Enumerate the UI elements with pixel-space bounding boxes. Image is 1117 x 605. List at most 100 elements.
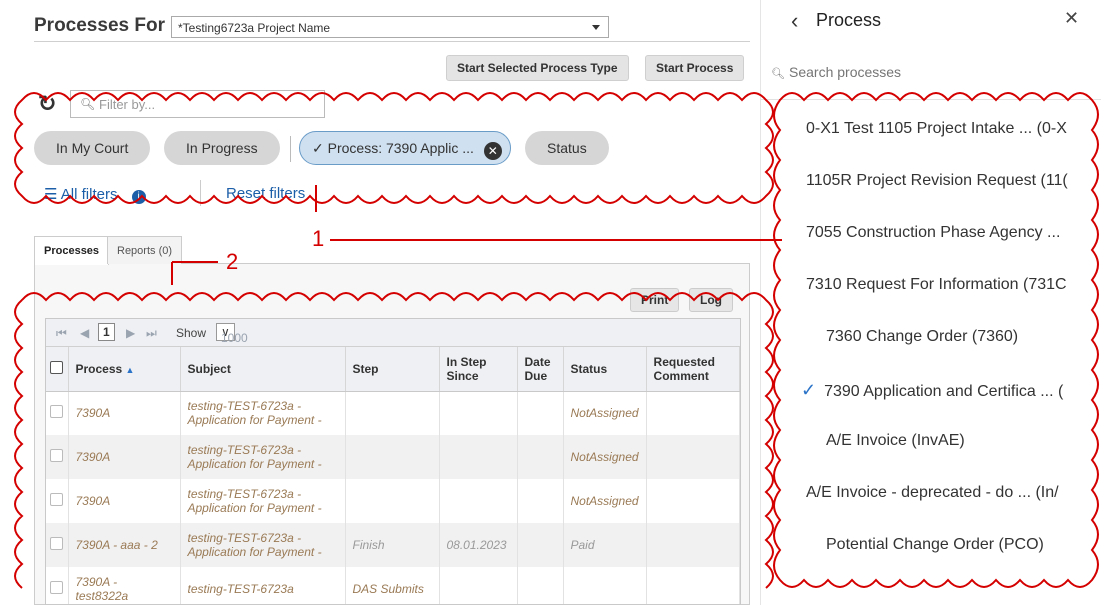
row-select-cell[interactable]	[46, 479, 69, 523]
select-all-checkbox[interactable]	[50, 360, 63, 374]
process-list-item[interactable]: Potential Change Order (PCO)	[761, 520, 1101, 572]
print-button[interactable]: Print	[630, 288, 680, 312]
row-checkbox[interactable]	[50, 537, 63, 550]
table-row[interactable]: 7390A - test8322a testing-TEST-6723a DAS S…	[46, 567, 740, 604]
process-list-item[interactable]: 7055 Construction Phase Agency ...	[761, 208, 1101, 260]
first-page-icon[interactable]: ⏮︎	[56, 326, 67, 341]
start-selected-process-type-button[interactable]: Start Selected Process Type	[446, 55, 629, 81]
row-checkbox[interactable]	[50, 581, 63, 594]
reset-filters-link[interactable]: Reset filters	[226, 185, 305, 202]
cell-subject: testing-TEST-6723a	[180, 567, 346, 604]
start-process-button[interactable]: Start Process	[645, 55, 745, 81]
table-row[interactable]: 7390A testing-TEST-6723a - Application fo…	[46, 435, 740, 479]
page-number[interactable]: 1	[98, 323, 115, 341]
next-page-icon[interactable]: ▶︎	[126, 326, 135, 340]
row-checkbox[interactable]	[50, 405, 63, 419]
column-header-process[interactable]: Process ▲	[68, 347, 181, 392]
cell-since	[439, 479, 518, 523]
refresh-icon[interactable]: ↻	[38, 91, 56, 117]
process-list-item[interactable]: 7360 Change Order (7360)	[761, 312, 1101, 364]
process-list-label: 0-X1 Test 1105 Project Intake ... (0-X	[806, 120, 1067, 137]
cell-since: 08.01.2023	[439, 523, 518, 567]
row-select-cell[interactable]	[46, 567, 69, 604]
process-list-item[interactable]: 1105R Project Revision Request (11(	[761, 156, 1101, 208]
cell-subject: testing-TEST-6723a - Application for Pay…	[180, 435, 346, 479]
chip-process-label: Process: 7390 Applic ...	[327, 140, 474, 156]
column-header-step[interactable]: Step	[345, 347, 440, 392]
column-header-subject[interactable]: Subject	[180, 347, 346, 392]
row-select-cell[interactable]	[46, 391, 69, 435]
show-label: Show	[176, 326, 207, 340]
row-checkbox[interactable]	[50, 493, 63, 506]
process-list-label: 7310 Request For Information (731C	[806, 276, 1067, 293]
project-select-value: *Testing6723a Project Name	[178, 21, 331, 35]
info-icon[interactable]: i	[131, 190, 146, 204]
search-icon: 🔍︎	[771, 68, 785, 80]
page-size-select[interactable]: 1000 ∨	[216, 323, 248, 345]
cell-process[interactable]: 7390A	[68, 435, 181, 479]
process-list-item[interactable]: 7310 Request For Information (731C	[761, 260, 1101, 312]
remove-chip-icon[interactable]: ✕	[483, 142, 502, 160]
chip-status[interactable]: Status	[525, 131, 609, 165]
close-icon[interactable]: ✕	[1064, 8, 1079, 29]
callout-2: 2	[226, 249, 239, 274]
last-page-icon[interactable]: ⏭︎	[146, 326, 157, 341]
select-all-header[interactable]	[46, 347, 69, 392]
cell-step	[345, 479, 440, 523]
chip-in-my-court[interactable]: In My Court	[34, 131, 151, 165]
page-title: Processes For	[34, 15, 165, 36]
search-processes-input[interactable]	[789, 64, 1079, 80]
prev-page-icon[interactable]: ◀︎	[80, 326, 89, 340]
row-select-cell[interactable]	[46, 435, 69, 479]
process-table: Process ▲ Subject Step In Step Since Dat…	[46, 347, 740, 604]
process-list-item[interactable]: A/E Invoice (InvAE)	[761, 416, 1101, 468]
cell-due	[517, 479, 564, 523]
cell-process[interactable]: 7390A	[68, 479, 181, 523]
row-select-cell[interactable]	[46, 523, 69, 567]
process-grid: ⏮︎ ◀︎ 1 ▶︎ ⏭︎ Show 1000 ∨ Process ▲ Subj…	[45, 318, 741, 605]
tab-processes[interactable]: Processes	[34, 236, 110, 265]
process-list-label: A/E Invoice - deprecated - do ... (In/	[806, 484, 1059, 501]
tab-reports[interactable]: Reports (0)	[107, 236, 183, 264]
back-chevron-icon[interactable]: ‹	[791, 8, 798, 34]
cell-status	[563, 567, 647, 604]
column-header-date-due[interactable]: Date Due	[517, 347, 564, 392]
project-select[interactable]: *Testing6723a Project Name	[171, 16, 609, 38]
cell-process[interactable]: 7390A - test8322a	[68, 567, 181, 604]
column-label: Process	[75, 361, 123, 376]
row-checkbox[interactable]	[50, 449, 63, 462]
table-row[interactable]: 7390A - aaa - 2 testing-TEST-6723a - Appl…	[46, 523, 740, 567]
process-list: 0-X1 Test 1105 Project Intake ... (0-X 11…	[761, 104, 1101, 572]
process-list-item[interactable]: A/E Invoice - deprecated - do ... (In/	[761, 468, 1101, 520]
chip-divider	[290, 136, 291, 162]
column-header-status[interactable]: Status	[563, 347, 647, 392]
cell-since	[439, 435, 518, 479]
cell-comment	[646, 479, 740, 523]
sliders-icon: ☰	[44, 186, 58, 203]
chip-process-filter[interactable]: ✓ Process: 7390 Applic ... ✕	[299, 131, 511, 165]
cell-comment	[646, 523, 740, 567]
all-filters-label: All filters	[60, 186, 118, 203]
cell-process[interactable]: 7390A	[68, 391, 181, 435]
cell-status: NotAssigned	[563, 479, 647, 523]
cell-status: Paid	[563, 523, 647, 567]
sort-asc-icon: ▲	[125, 364, 135, 375]
column-header-in-step-since[interactable]: In Step Since	[439, 347, 518, 392]
filter-divider	[200, 180, 201, 206]
table-row[interactable]: 7390A testing-TEST-6723a - Application fo…	[46, 391, 740, 435]
process-search: 🔍︎	[761, 50, 1101, 100]
process-list-item[interactable]: 0-X1 Test 1105 Project Intake ... (0-X	[761, 104, 1101, 156]
filter-input[interactable]: 🔍︎ Filter by...	[70, 90, 325, 118]
column-header-requested-comment[interactable]: Requested Comment	[646, 347, 740, 392]
pager: ⏮︎ ◀︎ 1 ▶︎ ⏭︎ Show 1000 ∨	[46, 319, 740, 347]
log-button[interactable]: Log	[689, 288, 733, 312]
process-list-item[interactable]: ✓ 7390 Application and Certifica ... (	[761, 364, 1101, 416]
chevron-down-icon	[592, 25, 600, 30]
all-filters-link[interactable]: ☰ All filters i	[44, 185, 146, 204]
cell-due	[517, 567, 564, 604]
cell-step	[345, 391, 440, 435]
table-row[interactable]: 7390A testing-TEST-6723a - Application fo…	[46, 479, 740, 523]
process-list-label: Potential Change Order (PCO)	[826, 536, 1044, 553]
chip-in-progress[interactable]: In Progress	[164, 131, 280, 165]
cell-process[interactable]: 7390A - aaa - 2	[68, 523, 181, 567]
